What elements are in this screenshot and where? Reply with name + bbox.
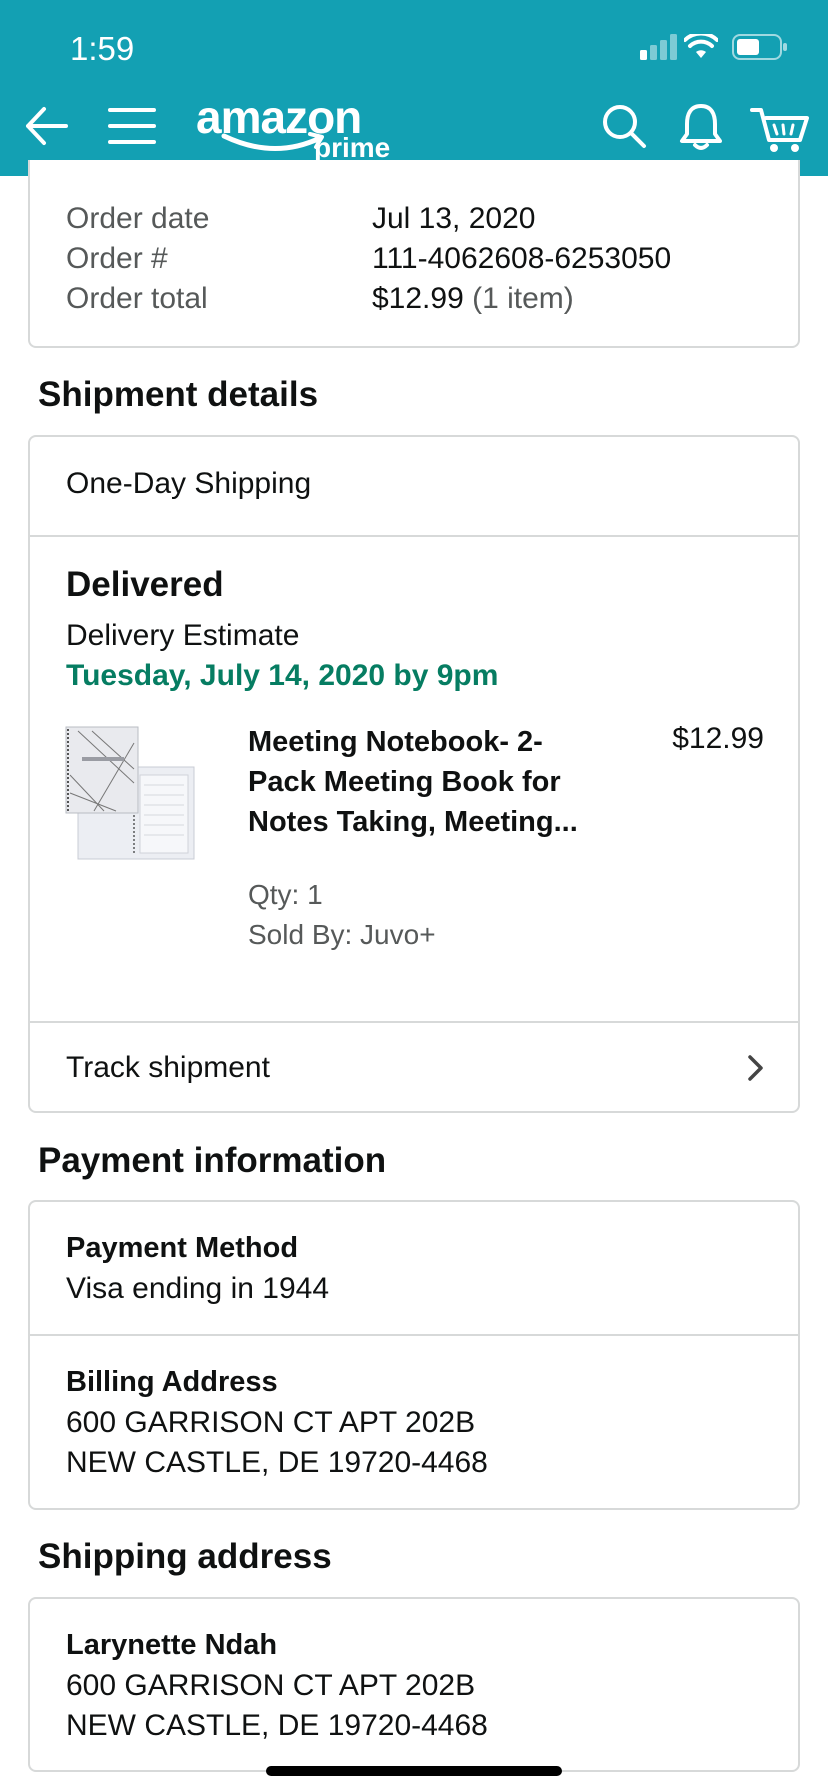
- payment-method-label: Payment Method: [66, 1232, 299, 1264]
- billing-address-line2: NEW CASTLE, DE 19720-4468: [66, 1446, 488, 1479]
- order-date-row: Order date Jul 13, 2020: [66, 202, 535, 236]
- wifi-icon: [684, 34, 718, 58]
- delivery-status: Delivered: [66, 565, 224, 604]
- battery-icon: [732, 34, 787, 60]
- order-summary-card: Order date Jul 13, 2020 Order # 111-4062…: [28, 160, 800, 348]
- product-title-link[interactable]: Meeting Notebook- 2-Pack Meeting Book fo…: [248, 722, 588, 842]
- shipping-address-line1: 600 GARRISON CT APT 202B: [66, 1669, 476, 1702]
- chevron-right-icon: [748, 1055, 763, 1081]
- order-total-label: Order total: [66, 282, 208, 315]
- product-price: $12.99: [672, 722, 764, 755]
- product-qty: Qty: 1: [248, 879, 323, 910]
- order-total-row: Order total $12.99 (1 item): [66, 282, 574, 316]
- product-seller: Sold By: Juvo+: [248, 919, 436, 950]
- order-number-value: 111-4062608-6253050: [372, 242, 672, 275]
- status-time: 1:59: [70, 30, 135, 67]
- order-date-label: Order date: [66, 202, 210, 235]
- payment-card: Payment Method Visa ending in 1944 Billi…: [28, 1200, 800, 1510]
- delivery-estimate-date: Tuesday, July 14, 2020 by 9pm: [66, 659, 499, 692]
- shipping-address-line2: NEW CASTLE, DE 19720-4468: [66, 1709, 488, 1742]
- billing-address-line1: 600 GARRISON CT APT 202B: [66, 1406, 476, 1439]
- app-header: 1:59 amazon prime: [0, 0, 828, 176]
- cart-icon[interactable]: [750, 96, 812, 156]
- billing-address-label: Billing Address: [66, 1366, 278, 1398]
- home-indicator[interactable]: [266, 1766, 562, 1776]
- product-thumbnail[interactable]: [64, 723, 214, 863]
- menu-icon[interactable]: [102, 96, 162, 156]
- payment-method-value: Visa ending in 1944: [66, 1272, 329, 1305]
- shipment-card: One-Day Shipping Delivered Delivery Esti…: [28, 435, 800, 1113]
- order-total-value: $12.99 (1 item): [372, 282, 574, 316]
- shipment-details-title: Shipment details: [38, 375, 319, 414]
- amazon-prime-logo[interactable]: amazon prime: [196, 91, 406, 166]
- track-shipment-row[interactable]: Track shipment: [30, 1023, 798, 1111]
- cellular-signal-icon: [640, 34, 677, 60]
- order-total-items: (1 item): [472, 282, 574, 315]
- divider: [30, 535, 798, 537]
- delivery-estimate-label: Delivery Estimate: [66, 619, 300, 652]
- back-arrow-icon[interactable]: [18, 96, 78, 156]
- track-shipment-label: Track shipment: [66, 1051, 270, 1084]
- shipping-speed: One-Day Shipping: [66, 467, 312, 500]
- order-date-value: Jul 13, 2020: [372, 202, 536, 235]
- order-total-amount: $12.99: [372, 282, 464, 315]
- shipping-address-title: Shipping address: [38, 1537, 332, 1576]
- shipping-address-card: Larynette Ndah 600 GARRISON CT APT 202B …: [28, 1597, 800, 1772]
- recipient-name: Larynette Ndah: [66, 1629, 278, 1661]
- divider: [30, 1334, 798, 1336]
- payment-information-title: Payment information: [38, 1141, 387, 1180]
- search-icon[interactable]: [594, 96, 654, 156]
- bell-icon[interactable]: [671, 96, 731, 156]
- order-number-row: Order # 111-4062608-6253050: [66, 242, 671, 276]
- order-number-label: Order #: [66, 242, 168, 275]
